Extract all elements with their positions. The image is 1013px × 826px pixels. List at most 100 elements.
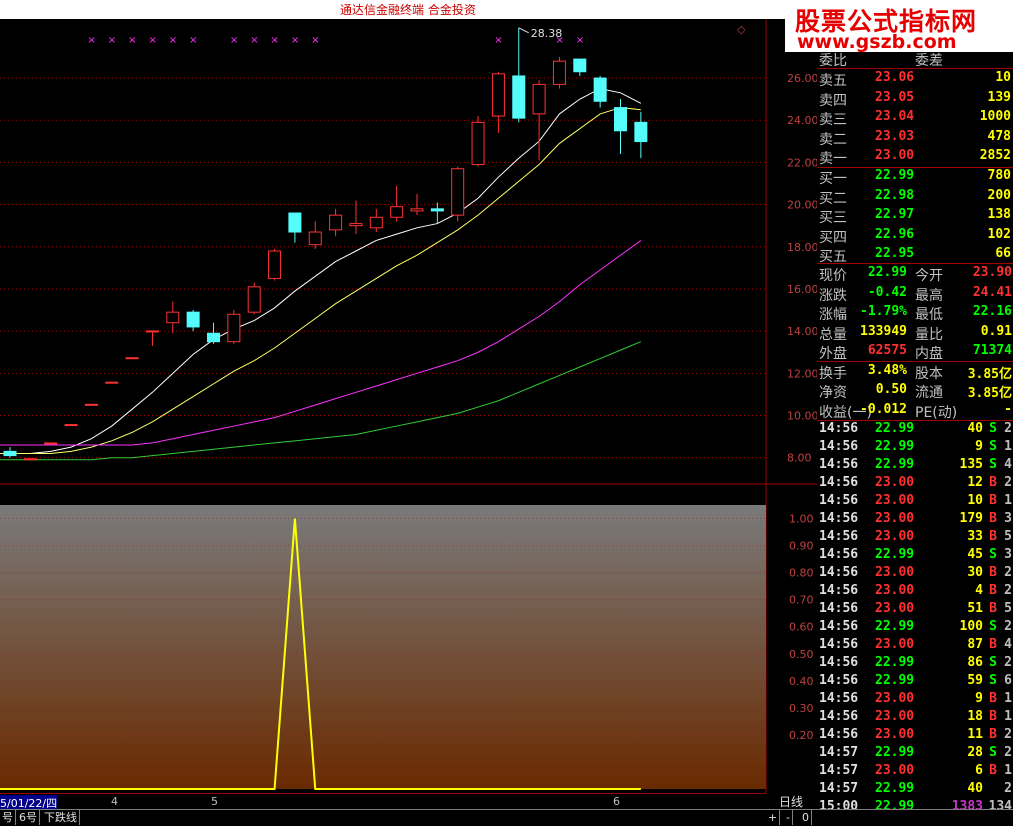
candle xyxy=(593,75,607,108)
bid-row[interactable]: 买五 22.95 66 xyxy=(817,245,1013,265)
ask-row[interactable]: 卖一 23.00 2852 xyxy=(817,147,1013,167)
tick-row[interactable]: 14:56 22.99 59 S 6 xyxy=(817,673,1013,691)
bid-label: 买四 xyxy=(819,229,847,246)
tick-price: 23.00 xyxy=(875,709,915,724)
tick-volume: 9 xyxy=(975,439,983,454)
candle-body-up xyxy=(532,83,546,115)
tick-row[interactable]: 14:56 23.00 179 B 3 xyxy=(817,511,1013,529)
stat-value: 71374 xyxy=(972,343,1012,358)
bid-label: 买一 xyxy=(819,171,847,187)
ask-price: 23.05 xyxy=(875,89,915,105)
signal-mark: × xyxy=(291,35,299,46)
tick-row[interactable]: 14:57 22.99 28 S 2 xyxy=(817,745,1013,763)
tick-price: 23.00 xyxy=(875,601,915,616)
chart-area[interactable]: 26.00 24.00 22.00 20.00 18.00 16.00 14.00 12.00… xyxy=(0,19,817,793)
ask-row[interactable]: 卖二 23.03 478 xyxy=(817,128,1013,148)
tick-row[interactable]: 14:56 23.00 51 B 5 xyxy=(817,601,1013,619)
ask-row[interactable]: 卖四 23.05 139 xyxy=(817,89,1013,109)
tick-row[interactable]: 14:56 22.99 86 S 2 xyxy=(817,655,1013,673)
tick-volume: 45 xyxy=(967,547,983,562)
tab-2[interactable]: 6号 xyxy=(17,810,40,825)
bid-label: 买三 xyxy=(819,210,847,226)
ask-volume: 2852 xyxy=(979,148,1011,163)
tick-price: 22.99 xyxy=(875,619,915,634)
tick-row[interactable]: 14:56 23.00 4 B 2 xyxy=(817,583,1013,601)
stat-value: 0.91 xyxy=(980,323,1012,339)
tick-price: 22.99 xyxy=(875,655,915,670)
tick-row[interactable]: 14:56 23.00 10 B 1 xyxy=(817,493,1013,511)
zoom-reset-button[interactable]: 0 xyxy=(800,810,812,825)
zoom-in-button[interactable]: + xyxy=(766,810,781,825)
tick-side: S xyxy=(989,745,997,760)
bid-label: 买二 xyxy=(819,190,847,207)
ask-label: 卖一 xyxy=(819,151,847,167)
bid-row[interactable]: 买二 22.98 200 xyxy=(817,187,1013,207)
candle-body-up xyxy=(329,214,343,231)
tick-time: 14:56 xyxy=(819,601,859,616)
tick-side: B xyxy=(989,583,997,598)
ask-row[interactable]: 卖五 23.06 10 xyxy=(817,69,1013,89)
tab-1[interactable]: 号 xyxy=(0,810,16,825)
tick-price: 23.00 xyxy=(875,529,915,544)
stat-value: 3.85亿 xyxy=(967,366,1012,382)
signal-mark: × xyxy=(576,35,584,46)
tick-time: 14:56 xyxy=(819,565,859,580)
date-month-6: 6 xyxy=(613,795,620,808)
candle xyxy=(207,322,220,344)
stat-value: 3.85亿 xyxy=(967,386,1012,401)
candle-body-up xyxy=(105,381,119,384)
main-y-tick-label: 16.00 xyxy=(787,283,817,296)
tick-row[interactable]: 14:56 23.00 33 B 5 xyxy=(817,529,1013,547)
tab-3[interactable]: 下跌线 xyxy=(42,810,80,825)
indicator-y-tick-label: 0.40 xyxy=(789,675,814,688)
tick-row[interactable]: 14:56 23.00 30 B 2 xyxy=(817,565,1013,583)
ask-price: 23.06 xyxy=(875,70,915,85)
candle-body-up xyxy=(125,357,139,360)
stat-label: 涨幅 xyxy=(819,307,847,323)
bid-price: 22.95 xyxy=(875,246,915,261)
indicator-y-tick-label: 0.90 xyxy=(789,540,814,553)
tick-time: 14:56 xyxy=(819,475,859,490)
tick-row[interactable]: 14:56 22.99 40 S 2 xyxy=(817,421,1013,439)
bid-row[interactable]: 买四 22.96 102 xyxy=(817,226,1013,246)
tick-count: 6 xyxy=(1004,673,1012,688)
tick-row[interactable]: 14:56 22.99 9 S 1 xyxy=(817,439,1013,457)
tick-row[interactable]: 14:57 23.00 6 B 1 xyxy=(817,763,1013,781)
stat-label: 换手 xyxy=(819,365,847,382)
candle-body-down xyxy=(593,77,607,102)
tick-row[interactable]: 14:57 22.99 40 2 xyxy=(817,781,1013,799)
period-selector[interactable]: 日线 xyxy=(766,793,816,809)
zoom-out-button[interactable]: - xyxy=(784,810,793,825)
tick-row[interactable]: 14:56 22.99 100 S 2 xyxy=(817,619,1013,637)
tick-row[interactable]: 14:56 22.99 45 S 3 xyxy=(817,547,1013,565)
bid-row[interactable]: 买一 22.99 780 xyxy=(817,167,1013,187)
tick-price: 22.99 xyxy=(875,781,915,796)
tick-row[interactable]: 14:56 23.00 11 B 2 xyxy=(817,727,1013,745)
main-y-tick-label: 12.00 xyxy=(787,367,817,380)
tick-price: 22.99 xyxy=(875,439,915,454)
tick-volume: 9 xyxy=(975,691,983,706)
ask-volume: 478 xyxy=(987,128,1011,144)
ask-row[interactable]: 卖三 23.04 1000 xyxy=(817,108,1013,128)
candle xyxy=(430,202,444,224)
tick-side: B xyxy=(989,601,997,616)
tick-row[interactable]: 14:56 23.00 87 B 4 xyxy=(817,637,1013,655)
tick-volume: 87 xyxy=(967,637,983,652)
candle-body-down xyxy=(430,208,444,212)
tick-row[interactable]: 14:56 23.00 9 B 1 xyxy=(817,691,1013,709)
stat-row: 涨幅 -1.79% 最低 22.16 xyxy=(817,303,1013,323)
candle xyxy=(634,111,648,159)
stat-row: 收益(一) -0.012 PE(动) - xyxy=(817,401,1013,421)
tick-volume: 4 xyxy=(975,583,983,598)
stat-label: 涨跌 xyxy=(819,287,847,304)
tick-row[interactable]: 14:56 23.00 18 B 1 xyxy=(817,709,1013,727)
bid-volume: 66 xyxy=(995,246,1011,261)
bid-row[interactable]: 买三 22.97 138 xyxy=(817,206,1013,226)
tick-row[interactable]: 14:56 23.00 12 B 2 xyxy=(817,475,1013,493)
candle-body-down xyxy=(512,75,526,119)
tick-row[interactable]: 14:56 22.99 135 S 4 xyxy=(817,457,1013,475)
ask-label: 卖五 xyxy=(819,73,847,89)
main-y-tick-label: 22.00 xyxy=(787,156,817,169)
high-price-label: 28.38 xyxy=(531,27,563,40)
ask-price: 23.00 xyxy=(875,148,915,163)
